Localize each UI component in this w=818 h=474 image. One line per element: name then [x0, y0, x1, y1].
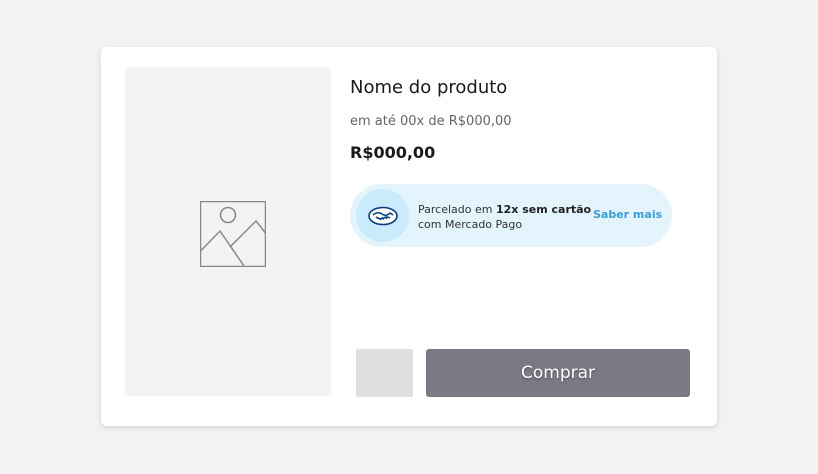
quantity-selector[interactable]	[356, 349, 413, 397]
product-title: Nome do produto	[350, 77, 508, 98]
product-image	[125, 67, 331, 396]
mercado-pago-banner: Parcelado em 12x sem cartão com Mercado …	[350, 184, 672, 247]
mercado-pago-line1-prefix: Parcelado em	[418, 203, 496, 216]
mercado-pago-logo	[356, 189, 409, 242]
buy-button[interactable]: Comprar	[426, 349, 690, 397]
mercado-pago-line1-bold: 12x sem cartão	[495, 203, 592, 216]
mercado-pago-line2: com Mercado Pago	[418, 218, 523, 231]
mercado-pago-text: Parcelado em 12x sem cartão com Mercado …	[418, 202, 591, 232]
saber-mais-link[interactable]: Saber mais	[593, 208, 662, 221]
mercado-pago-handshake-icon	[368, 206, 398, 226]
product-price: R$000,00	[350, 143, 436, 162]
image-placeholder-icon	[200, 201, 266, 267]
installments-text: em até 00x de R$000,00	[350, 114, 512, 129]
product-card: Nome do produto em até 00x de R$000,00 R…	[101, 47, 717, 426]
